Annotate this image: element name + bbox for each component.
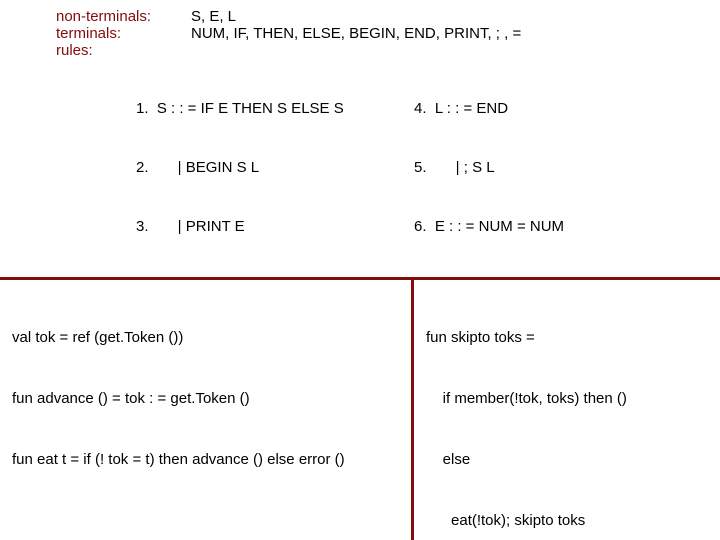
code-left: val tok = ref (get.Token ()) fun advance… — [0, 280, 414, 540]
code-right-line-4: eat(!tok); skipto toks — [426, 511, 712, 531]
code-left-line-2: fun advance () = tok : = get.Token () — [12, 389, 403, 409]
terminals-value: NUM, IF, THEN, ELSE, BEGIN, END, PRINT, … — [191, 25, 521, 42]
nonterminals-value: S, E, L — [191, 8, 236, 25]
code-right-line-2: if member(!tok, toks) then () — [426, 389, 712, 409]
rules-right: 4. L : : = END 5. | ; S L 6. E : : = NUM… — [414, 59, 692, 277]
rules-row-label: rules: — [56, 42, 720, 59]
nonterminals-row: non-terminals: S, E, L — [56, 8, 720, 25]
code-right-line-1: fun skipto toks = — [426, 328, 712, 348]
rule-4: 4. L : : = END — [414, 99, 692, 119]
rules-left: 1. S : : = IF E THEN S ELSE S 2. | BEGIN… — [136, 59, 414, 277]
code-left-line-1: val tok = ref (get.Token ()) — [12, 328, 403, 348]
rules-columns: 1. S : : = IF E THEN S ELSE S 2. | BEGIN… — [56, 59, 720, 277]
rule-2: 2. | BEGIN S L — [136, 158, 414, 178]
code-right-line-3: else — [426, 450, 712, 470]
slide: non-terminals: S, E, L terminals: NUM, I… — [0, 0, 720, 540]
rule-6: 6. E : : = NUM = NUM — [414, 217, 692, 237]
mid-code-row: val tok = ref (get.Token ()) fun advance… — [0, 280, 720, 540]
rule-3: 3. | PRINT E — [136, 217, 414, 237]
terminals-label: terminals: — [56, 25, 191, 42]
code-left-line-3: fun eat t = if (! tok = t) then advance … — [12, 450, 403, 470]
rules-label: rules: — [56, 42, 191, 59]
grammar-block: non-terminals: S, E, L terminals: NUM, I… — [0, 0, 720, 277]
nonterminals-label: non-terminals: — [56, 8, 191, 25]
rule-1: 1. S : : = IF E THEN S ELSE S — [136, 99, 414, 119]
rule-5: 5. | ; S L — [414, 158, 692, 178]
code-right: fun skipto toks = if member(!tok, toks) … — [414, 280, 720, 540]
terminals-row: terminals: NUM, IF, THEN, ELSE, BEGIN, E… — [56, 25, 720, 42]
